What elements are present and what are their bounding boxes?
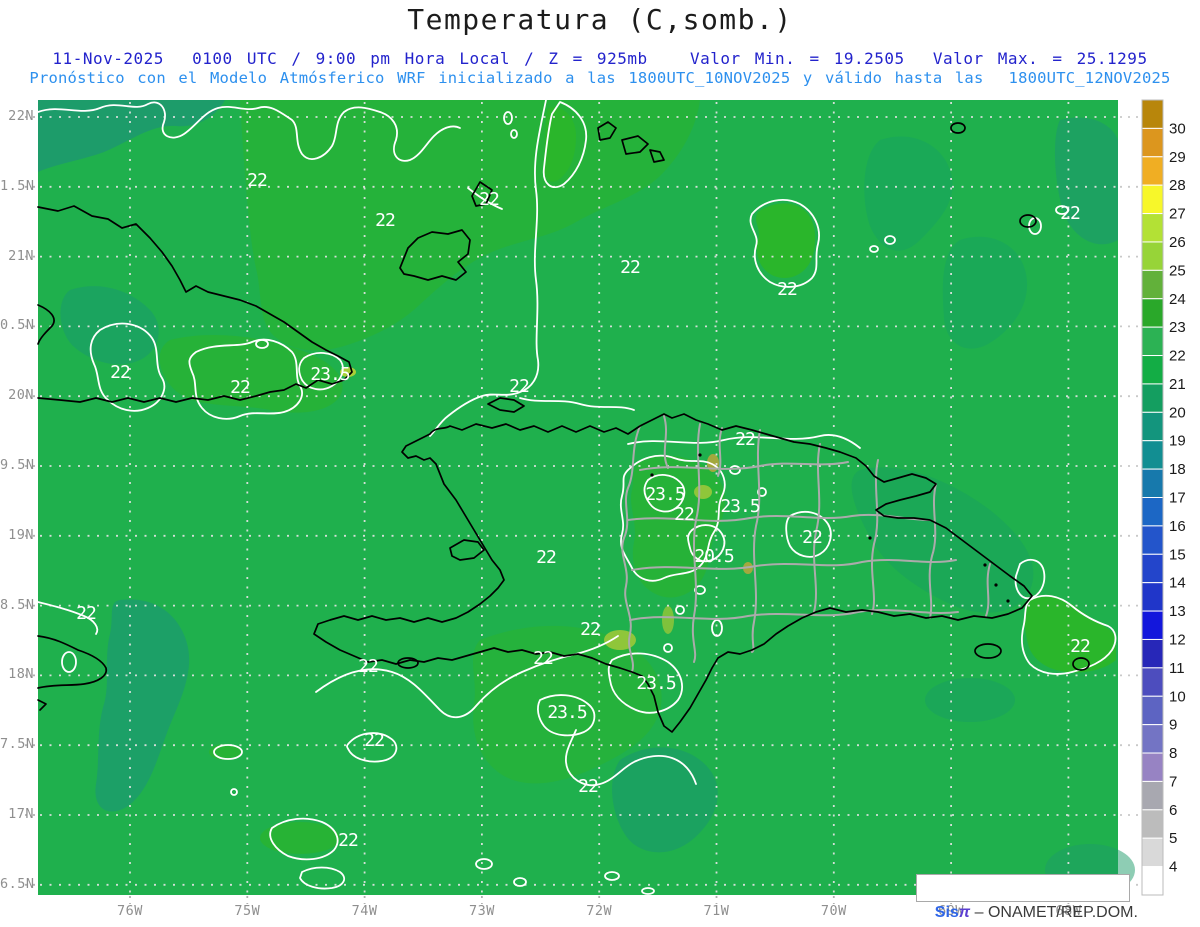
lon-tick-label: 70W [820,903,847,919]
colorbar-tick-label: 10 [1169,688,1186,705]
sispi-logo-text: Sis [934,904,959,921]
contour-label: 22 [364,730,384,751]
lat-tick-label: 9.5N [0,457,35,473]
contour-label: 23.5 [310,364,350,385]
lat-tick-label: 21N [8,247,34,264]
colorbar-tick-label: 16 [1169,518,1186,535]
lon-tick-label: 75W [234,903,261,919]
lon-tick-label: 74W [351,903,378,919]
lat-tick-label: 8.5N [0,596,35,613]
contour-label: 22 [777,279,797,300]
colorbar-tick-label: 14 [1169,575,1186,592]
contour-label: 22 [735,429,755,450]
colorbar-tick-label: 8 [1169,745,1177,762]
contour-label: 22 [802,527,822,548]
colorbar-tick-label: 7 [1169,773,1177,790]
watermark-org: ONAMET/REP.DOM. [987,904,1138,921]
temperature-map: 222222222222222223.5222223.523.52220.522… [25,99,1186,904]
lat-tick-label: 19N [8,526,34,543]
contour-label: 22 [620,257,640,278]
lat-tick-label: 1.5N [0,177,35,194]
contour-label: 22 [533,648,553,669]
colorbar-tick-label: 30 [1169,120,1186,137]
contour-label: 23.5 [645,484,685,505]
contour-label: 22 [578,776,598,797]
contour-label: 22 [110,362,130,383]
lon-tick-label: 73W [468,903,495,919]
wrf-temperature-map-page: Temperatura (C,somb.) 11-Nov-2025 0100 U… [0,0,1200,927]
colorbar-tick-label: 17 [1169,490,1186,507]
contour-label: 22 [247,170,267,191]
contour-label: 22 [358,656,378,677]
contour-label: 22 [230,377,250,398]
lat-tick-label: 18N [8,666,34,683]
colorbar-tick-label: 6 [1169,802,1177,819]
colorbar-tick-label: 4 [1169,859,1177,876]
contour-label: 22 [375,210,395,231]
colorbar-tick-label: 25 [1169,262,1186,279]
contour-label: 22 [536,547,556,568]
colorbar-tick-label: 29 [1169,149,1186,166]
contour-label: 22 [674,504,694,525]
colorbar-tick-label: 22 [1169,348,1186,365]
temperature-colorbar: 30 29 28 27 26 25 24 23 22 21 20 19 18 17 16 15 14 13 12 11… [1141,99,1186,896]
lon-tick-label: 76W [117,903,143,919]
lon-tick-label: 71W [703,903,730,919]
lon-tick-label: 72W [586,903,613,919]
lat-tick-label: 0.5N [0,317,35,334]
colorbar-tick-label: 15 [1169,546,1186,563]
colorbar-tick-label: 28 [1169,177,1186,194]
colorbar-tick-label: 27 [1169,206,1186,223]
contour-label: 22 [76,603,96,624]
contour-label: 23.5 [720,496,760,517]
lat-tick-label: 22N [8,108,34,124]
colorbar-tick-label: 9 [1169,717,1177,734]
watermark-dash: – [970,904,988,921]
colorbar-tick-label: 21 [1169,376,1186,393]
colorbar-tick-label: 11 [1169,660,1185,677]
colorbar-tick-label: 23 [1169,319,1186,336]
watermark-sispi-onamet: Sisπ – ONAMET/REP.DOM. [916,874,1138,921]
colorbar-tick-label: 19 [1169,433,1186,450]
colorbar-tick-label: 12 [1169,631,1186,648]
colorbar-tick-label: 24 [1169,291,1186,308]
contour-label: 22 [509,376,529,397]
lat-tick-label: 17N [8,806,34,822]
contour-label: 22 [1070,636,1090,657]
lat-tick-label: 6.5N [0,875,35,892]
contour-label: 22 [338,830,358,851]
contour-label: 22 [1060,203,1080,224]
contour-label: 23.5 [547,702,587,723]
pi-icon: π [958,904,971,921]
lat-tick-label: 7.5N [0,736,35,753]
colorbar-tick-label: 26 [1169,234,1186,251]
contour-label: 22 [580,619,600,640]
colorbar-tick-label: 20 [1169,404,1186,421]
colorbar-tick-label: 13 [1169,603,1186,620]
contour-label: 22 [479,189,499,210]
contour-label: 23.5 [636,673,676,694]
lat-tick-label: 20N [8,387,34,404]
colorbar-tick-label: 5 [1169,830,1177,847]
colorbar-tick-label: 18 [1169,461,1186,478]
contour-label: 20.5 [694,546,734,567]
